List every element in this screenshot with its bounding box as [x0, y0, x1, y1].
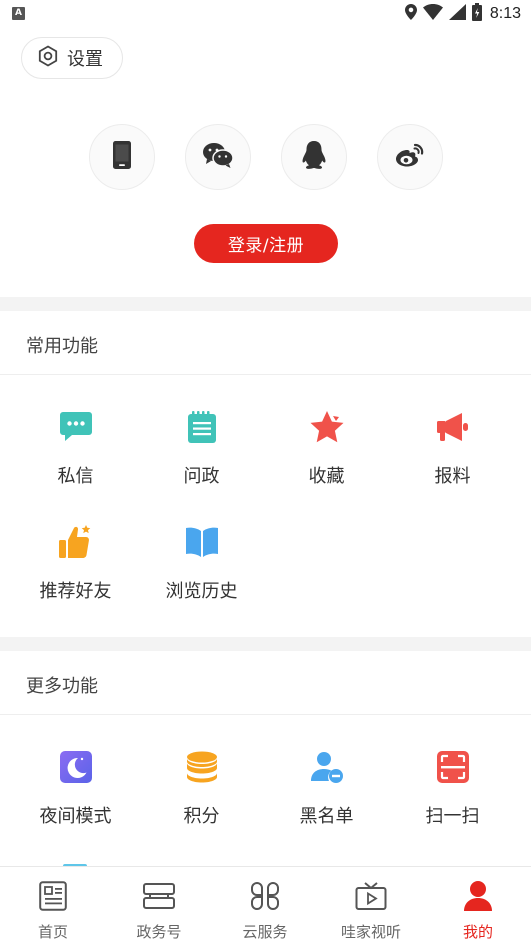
coins-icon	[183, 748, 221, 786]
tab-label: 哇家视听	[340, 923, 401, 941]
moon-icon	[57, 748, 95, 786]
phone-login-button[interactable]	[89, 124, 155, 190]
func-label: 扫一扫	[425, 806, 480, 827]
tab-gov-accounts[interactable]: 政务号	[106, 867, 212, 947]
func-blacklist[interactable]: 黑名单	[264, 748, 389, 828]
notepad-icon	[183, 408, 221, 446]
settings-button[interactable]: 设置	[21, 37, 123, 79]
tab-label: 政务号	[136, 923, 182, 941]
func-label: 夜间模式	[39, 806, 112, 827]
func-report-tip[interactable]: 报料	[390, 408, 515, 488]
section-divider	[0, 297, 531, 311]
settings-label: 设置	[67, 49, 103, 70]
notification-badge: A	[12, 7, 25, 20]
login-methods	[0, 124, 531, 190]
tab-cloud-service[interactable]: 云服务	[212, 867, 318, 947]
bottom-tab-bar: 首页 政务号 云服务 哇家视听 我的	[0, 866, 531, 947]
func-label: 推荐好友	[39, 581, 112, 602]
blacklist-user-icon	[308, 748, 346, 786]
qq-icon	[302, 141, 326, 173]
func-private-message[interactable]: 私信	[13, 408, 138, 488]
more-functions-title: 更多功能	[26, 676, 98, 697]
weibo-icon	[395, 143, 425, 171]
phone-icon	[113, 141, 131, 173]
func-label: 报料	[434, 466, 471, 487]
signal-icon	[448, 4, 466, 24]
func-browse-history[interactable]: 浏览历史	[139, 523, 264, 603]
func-recommend-friend[interactable]: 推荐好友	[13, 523, 138, 603]
func-label: 黑名单	[299, 806, 354, 827]
tab-label: 首页	[37, 923, 68, 941]
tab-home[interactable]: 首页	[0, 867, 106, 947]
divider	[0, 714, 531, 715]
tv-icon	[355, 879, 387, 913]
status-time: 8:13	[489, 5, 521, 22]
tab-mine[interactable]: 我的	[425, 867, 531, 947]
wechat-icon	[203, 142, 234, 172]
weibo-login-button[interactable]	[377, 124, 443, 190]
grid-icon	[249, 879, 281, 913]
func-label: 浏览历史	[165, 581, 238, 602]
scan-icon	[434, 748, 472, 786]
qq-login-button[interactable]	[281, 124, 347, 190]
wechat-login-button[interactable]	[185, 124, 251, 190]
func-label: 问政	[183, 466, 220, 487]
book-icon	[183, 523, 221, 561]
divider	[0, 374, 531, 375]
func-points[interactable]: 积分	[139, 748, 264, 828]
location-icon	[404, 4, 417, 24]
func-night-mode[interactable]: 夜间模式	[13, 748, 138, 828]
star-icon	[308, 408, 346, 446]
status-icons: 8:13	[404, 3, 521, 25]
func-label: 私信	[57, 466, 94, 487]
func-scan[interactable]: 扫一扫	[390, 748, 515, 828]
megaphone-icon	[434, 408, 472, 446]
thumbs-up-icon	[57, 523, 95, 561]
func-label: 积分	[183, 806, 220, 827]
login-register-button[interactable]: 登录/注册	[194, 224, 338, 263]
gear-icon	[37, 45, 59, 71]
tab-label: 云服务	[242, 923, 288, 941]
func-favorites[interactable]: 收藏	[264, 408, 389, 488]
status-bar: A 8:13	[0, 0, 531, 28]
battery-icon	[471, 3, 482, 25]
wifi-icon	[422, 4, 443, 24]
common-functions-title: 常用功能	[26, 336, 98, 357]
stack-icon	[142, 879, 176, 913]
tab-label: 我的	[462, 923, 493, 941]
message-icon	[57, 408, 95, 446]
func-inquiry[interactable]: 问政	[139, 408, 264, 488]
func-label: 收藏	[308, 466, 345, 487]
tab-audio-video[interactable]: 哇家视听	[318, 867, 424, 947]
news-icon	[39, 879, 67, 913]
section-divider	[0, 637, 531, 651]
user-icon	[463, 879, 493, 913]
